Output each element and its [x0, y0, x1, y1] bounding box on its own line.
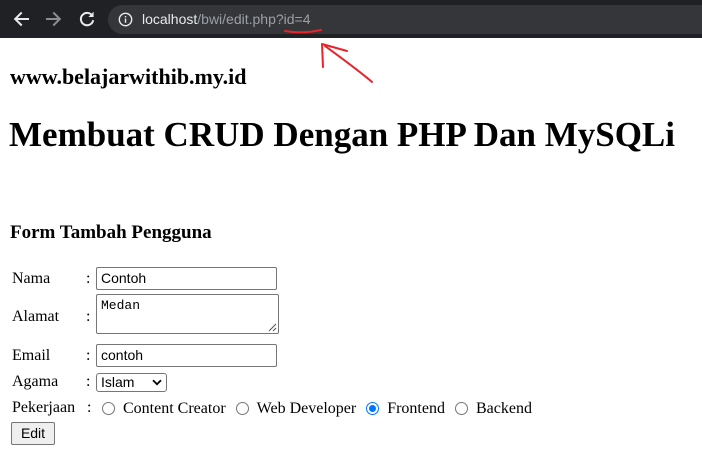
chevron-down-icon	[152, 379, 162, 386]
pekerjaan-radio-group: Content Creator Web Developer Frontend Back…	[102, 398, 542, 418]
nama-label: Nama	[12, 270, 51, 287]
agama-selected-value: Islam	[101, 374, 135, 390]
pekerjaan-option[interactable]: Backend	[454, 399, 532, 418]
pekerjaan-label: Pekerjaan	[12, 399, 76, 416]
resize-grip-icon[interactable]	[268, 323, 277, 332]
reload-icon	[79, 11, 95, 27]
radio-button[interactable]	[454, 401, 468, 415]
arrow-right-icon	[46, 11, 62, 27]
browser-toolbar: localhost/bwi/edit.php?id=4	[0, 0, 702, 38]
radio-button[interactable]	[235, 401, 249, 415]
radio-label: Backend	[475, 399, 532, 417]
info-icon[interactable]	[118, 12, 133, 27]
radio-label: Frontend	[387, 399, 445, 417]
nama-colon: :	[86, 270, 91, 287]
page-title: Membuat CRUD Dengan PHP Dan MySQLi	[9, 115, 675, 154]
edit-button[interactable]: Edit	[11, 422, 55, 445]
email-input[interactable]: contoh	[96, 344, 277, 367]
agama-colon: :	[86, 373, 91, 390]
site-title: www.belajarwithib.my.id	[10, 64, 247, 89]
radio-label: Content Creator	[123, 399, 226, 417]
email-label: Email	[12, 347, 51, 364]
email-colon: :	[86, 347, 91, 364]
url-text[interactable]: localhost/bwi/edit.php?id=4	[142, 11, 311, 28]
alamat-textarea[interactable]: Medan	[96, 294, 279, 334]
pekerjaan-option[interactable]: Frontend	[366, 399, 445, 418]
alamat-value: Medan	[101, 298, 141, 313]
agama-label: Agama	[12, 373, 59, 390]
pekerjaan-option[interactable]: Web Developer	[235, 399, 357, 418]
alamat-colon: :	[86, 308, 91, 325]
pekerjaan-colon: :	[87, 399, 92, 416]
agama-select[interactable]: Islam	[96, 373, 167, 392]
radio-button[interactable]	[366, 401, 380, 415]
nama-input[interactable]: Contoh	[96, 267, 277, 290]
url-path: /bwi/edit.php?id=4	[197, 11, 311, 27]
forward-button[interactable]	[42, 7, 66, 31]
arrow-left-icon	[13, 11, 29, 27]
form-title: Form Tambah Pengguna	[10, 222, 212, 243]
radio-button[interactable]	[102, 401, 115, 415]
alamat-label: Alamat	[12, 308, 60, 325]
radio-label: Web Developer	[256, 399, 357, 417]
pekerjaan-option[interactable]: Content Creator	[102, 399, 226, 418]
back-button[interactable]	[9, 7, 33, 31]
reload-button[interactable]	[75, 7, 99, 31]
address-bar[interactable]: localhost/bwi/edit.php?id=4	[108, 5, 702, 34]
url-host: localhost	[142, 11, 198, 27]
